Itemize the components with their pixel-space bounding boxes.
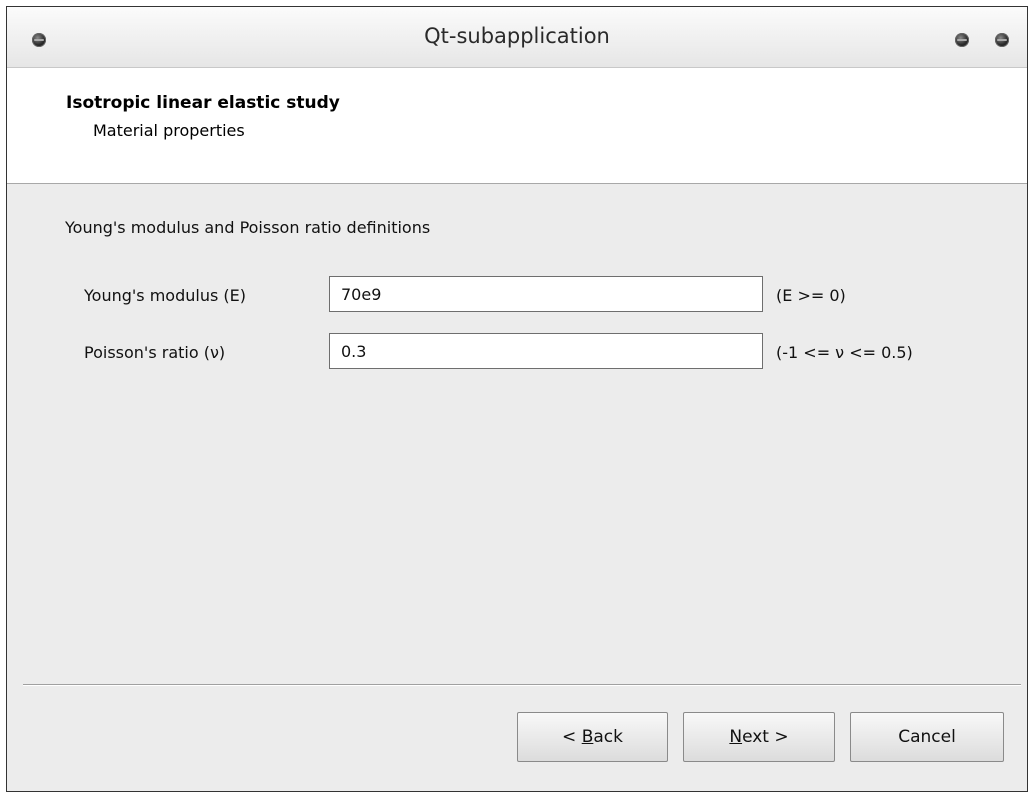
back-button-prefix: < xyxy=(562,727,582,747)
group-title: Young's modulus and Poisson ratio defini… xyxy=(65,218,431,237)
back-button-label: ack xyxy=(593,727,623,747)
cancel-button[interactable]: Cancel xyxy=(850,712,1004,762)
poisson-ratio-label: Poisson's ratio (ν) xyxy=(84,343,226,362)
page-title: Isotropic linear elastic study xyxy=(66,93,340,113)
next-button[interactable]: Next > xyxy=(683,712,835,762)
poisson-ratio-range: (-1 <= ν <= 0.5) xyxy=(776,343,913,362)
youngs-modulus-input[interactable] xyxy=(329,276,763,312)
wizard-window: Qt-subapplication Isotropic linear elast… xyxy=(6,6,1028,792)
youngs-modulus-range: (E >= 0) xyxy=(776,286,846,305)
window-title: Qt-subapplication xyxy=(424,24,610,48)
close-icon[interactable] xyxy=(995,33,1009,47)
back-button[interactable]: < Back xyxy=(517,712,668,762)
youngs-modulus-label: Young's modulus (E) xyxy=(84,286,246,305)
title-bar[interactable]: Qt-subapplication xyxy=(7,7,1027,68)
poisson-ratio-input[interactable] xyxy=(329,333,763,369)
back-button-mnemonic: B xyxy=(581,727,594,747)
wizard-header: Isotropic linear elastic study Material … xyxy=(7,68,1027,184)
button-separator xyxy=(23,684,1021,686)
next-button-mnemonic: N xyxy=(729,727,743,747)
page-subtitle: Material properties xyxy=(93,121,245,140)
minimize-icon[interactable] xyxy=(955,33,969,47)
next-button-label: ext > xyxy=(742,727,789,747)
cancel-button-label: Cancel xyxy=(898,727,956,747)
